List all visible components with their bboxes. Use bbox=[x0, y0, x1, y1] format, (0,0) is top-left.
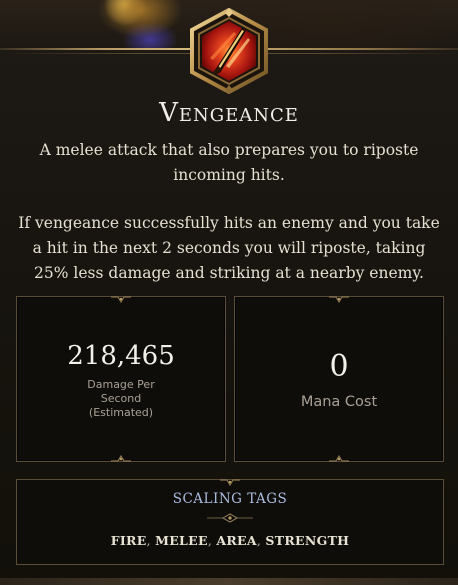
scaling-tags-box: SCALING TAGS FIRE, MELEE, AREA, STRENGTH bbox=[16, 479, 444, 565]
frame-ornament-icon bbox=[329, 296, 349, 304]
divider-ornament-icon bbox=[207, 513, 253, 523]
panel-bottom-border bbox=[0, 578, 458, 585]
skill-tooltip: Vengeance A melee attack that also prepa… bbox=[0, 0, 458, 585]
damage-value: 218,465 bbox=[67, 341, 175, 371]
frame-ornament-icon bbox=[111, 454, 131, 462]
tag-melee: MELEE bbox=[155, 533, 208, 548]
frame-ornament-icon bbox=[329, 454, 349, 462]
tag-strength: STRENGTH bbox=[265, 533, 350, 548]
scaling-tags-title: SCALING TAGS bbox=[172, 491, 288, 507]
mana-stat-box: 0 Mana Cost bbox=[234, 296, 444, 462]
tag-area: AREA bbox=[216, 533, 257, 548]
damage-label-line2: Second bbox=[100, 392, 142, 405]
tag-fire: FIRE bbox=[110, 533, 147, 548]
damage-label-line3: (Estimated) bbox=[88, 406, 154, 419]
damage-label: Damage Per Second (Estimated) bbox=[17, 378, 225, 420]
scaling-tags-list: FIRE, MELEE, AREA, STRENGTH bbox=[110, 533, 350, 548]
mana-label: Mana Cost bbox=[300, 394, 378, 410]
skill-title: Vengeance bbox=[159, 98, 299, 128]
skill-effect: If vengeance successfully hits an enemy … bbox=[18, 214, 440, 282]
frame-ornament-icon bbox=[220, 479, 240, 487]
frame-ornament-icon bbox=[111, 296, 131, 304]
skill-description: A melee attack that also prepares you to… bbox=[39, 141, 419, 184]
damage-label-line1: Damage Per bbox=[87, 378, 155, 391]
damage-stat-box: 218,465 Damage Per Second (Estimated) bbox=[16, 296, 226, 462]
mana-value: 0 bbox=[329, 349, 349, 384]
crossed-swords-fire-icon bbox=[186, 8, 272, 94]
